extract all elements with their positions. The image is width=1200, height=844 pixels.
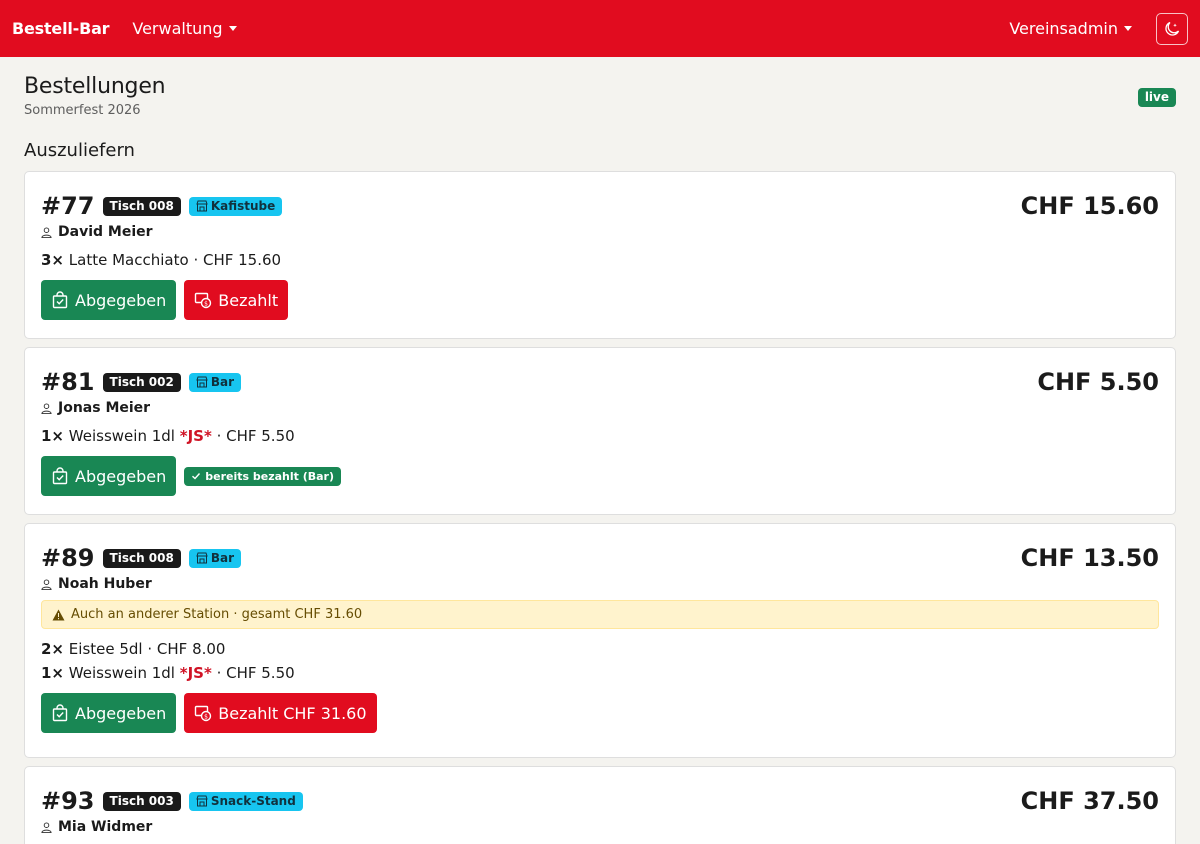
item-price: · CHF 5.50	[211, 664, 295, 682]
bezahlt-label: Bezahlt CHF 31.60	[218, 703, 367, 723]
menu-verwaltung[interactable]: Verwaltung	[132, 19, 237, 38]
order-total: CHF 37.50	[1020, 787, 1159, 815]
order-number: #77	[41, 192, 95, 220]
item-qty: 2×	[41, 640, 65, 658]
table-badge: Tisch 003	[102, 791, 181, 811]
caret-down-icon	[228, 26, 237, 31]
order-number: #89	[41, 544, 95, 572]
station-label: Snack-Stand	[210, 793, 296, 808]
customer: Mia Widmer	[41, 819, 1159, 835]
abgegeben-button[interactable]: Abgegeben	[41, 280, 177, 320]
bag-check-icon	[52, 467, 68, 485]
order-number: #93	[41, 787, 95, 815]
order-number: #81	[41, 368, 95, 396]
customer-name: David Meier	[58, 224, 153, 240]
order-card: #81 Tisch 002 Bar CHF 5.50 Jonas Meier 1…	[24, 347, 1176, 515]
item-name: Latte Macchiato	[68, 251, 189, 269]
person-icon	[41, 821, 52, 833]
station-badge: Bar	[188, 548, 242, 568]
order-card: #93 Tisch 003 Snack-Stand CHF 37.50 Mia …	[24, 766, 1176, 844]
paid-status-label: bereits bezahlt (Bar)	[205, 469, 335, 483]
abgegeben-button[interactable]: Abgegeben	[41, 456, 177, 496]
item-price: · CHF 15.60	[188, 251, 282, 269]
bezahlt-label: Bezahlt	[218, 290, 279, 310]
item-name: Eistee 5dl	[68, 640, 143, 658]
table-badge: Tisch 002	[102, 372, 181, 392]
user-menu-label: Vereinsadmin	[1009, 19, 1118, 38]
svg-text:$: $	[204, 713, 208, 720]
warning-triangle-icon	[52, 609, 65, 620]
shop-icon	[196, 200, 208, 212]
item-name: Weisswein 1dl	[68, 664, 175, 682]
cash-coin-icon: $	[195, 705, 212, 722]
item-name: Weisswein 1dl	[68, 427, 175, 445]
navbar: Bestell-Bar Verwaltung Vereinsadmin	[0, 0, 1200, 57]
person-icon	[41, 226, 52, 238]
user-menu[interactable]: Vereinsadmin	[1009, 19, 1132, 38]
abgegeben-label: Abgegeben	[75, 290, 167, 310]
order-items: 1× Weisswein 1dl *JS* · CHF 5.50	[41, 424, 1159, 448]
shop-icon	[196, 552, 208, 564]
order-total: CHF 15.60	[1020, 192, 1159, 220]
page-subtitle: Sommerfest 2026	[24, 103, 141, 118]
check-icon	[192, 473, 201, 480]
theme-toggle-button[interactable]	[1156, 12, 1188, 45]
shop-icon	[196, 376, 208, 388]
item-qty: 3×	[41, 251, 65, 269]
bag-check-icon	[52, 291, 68, 309]
station-label: Bar	[210, 550, 235, 565]
customer-name: Mia Widmer	[58, 819, 153, 835]
station-label: Bar	[210, 374, 235, 389]
item-price: · CHF 8.00	[142, 640, 226, 658]
customer: Jonas Meier	[41, 400, 1159, 416]
paid-status-badge: bereits bezahlt (Bar)	[184, 466, 342, 486]
table-badge: Tisch 008	[102, 196, 181, 216]
warning-text: Auch an anderer Station · gesamt CHF 31.…	[71, 607, 363, 622]
station-badge: Bar	[188, 372, 242, 392]
page-title: Bestellungen	[24, 74, 166, 99]
order-total: CHF 13.50	[1020, 544, 1159, 572]
brand[interactable]: Bestell-Bar	[12, 19, 110, 38]
station-label: Kafistube	[210, 198, 276, 213]
station-badge: Snack-Stand	[188, 791, 303, 811]
list-item: 3× Latte Macchiato · CHF 15.60	[41, 248, 1159, 272]
order-card: #89 Tisch 008 Bar CHF 13.50 Noah Huber A…	[24, 523, 1176, 758]
moon-stars-icon	[1165, 21, 1180, 36]
bezahlt-button[interactable]: $ Bezahlt	[184, 280, 289, 320]
table-badge: Tisch 008	[102, 548, 181, 568]
bezahlt-button[interactable]: $ Bezahlt CHF 31.60	[184, 693, 377, 733]
order-items: 3× Latte Macchiato · CHF 15.60	[41, 248, 1159, 272]
list-item: 1× Weisswein 1dl *JS* · CHF 5.50	[41, 424, 1159, 448]
person-icon	[41, 402, 52, 414]
live-badge: live	[1137, 88, 1176, 107]
station-badge: Kafistube	[188, 196, 283, 216]
svg-text:$: $	[204, 300, 208, 307]
section-title: Auszuliefern	[24, 140, 135, 161]
item-tag: *JS*	[179, 427, 212, 445]
abgegeben-button[interactable]: Abgegeben	[41, 693, 177, 733]
customer: David Meier	[41, 224, 1159, 240]
cash-coin-icon: $	[195, 292, 212, 309]
customer-name: Jonas Meier	[58, 400, 151, 416]
customer-name: Noah Huber	[58, 576, 152, 592]
order-items: 2× Eistee 5dl · CHF 8.00 1× Weisswein 1d…	[41, 637, 1159, 685]
item-tag: *JS*	[179, 664, 212, 682]
order-total: CHF 5.50	[1037, 368, 1159, 396]
person-icon	[41, 578, 52, 590]
list-item: 2× Eistee 5dl · CHF 8.00	[41, 637, 1159, 661]
list-item: 1× Weisswein 1dl *JS* · CHF 5.50	[41, 661, 1159, 685]
bag-check-icon	[52, 704, 68, 722]
shop-icon	[196, 795, 208, 807]
abgegeben-label: Abgegeben	[75, 703, 167, 723]
customer: Noah Huber	[41, 576, 1159, 592]
menu-verwaltung-label: Verwaltung	[132, 19, 223, 38]
warning-alert: Auch an anderer Station · gesamt CHF 31.…	[41, 600, 1159, 629]
order-card: #77 Tisch 008 Kafistube CHF 15.60 David …	[24, 171, 1176, 339]
page-header: Bestellungen Sommerfest 2026	[24, 74, 166, 118]
item-qty: 1×	[41, 664, 65, 682]
caret-down-icon	[1124, 26, 1132, 31]
item-price: · CHF 5.50	[211, 427, 295, 445]
abgegeben-label: Abgegeben	[75, 466, 167, 486]
item-qty: 1×	[41, 427, 65, 445]
